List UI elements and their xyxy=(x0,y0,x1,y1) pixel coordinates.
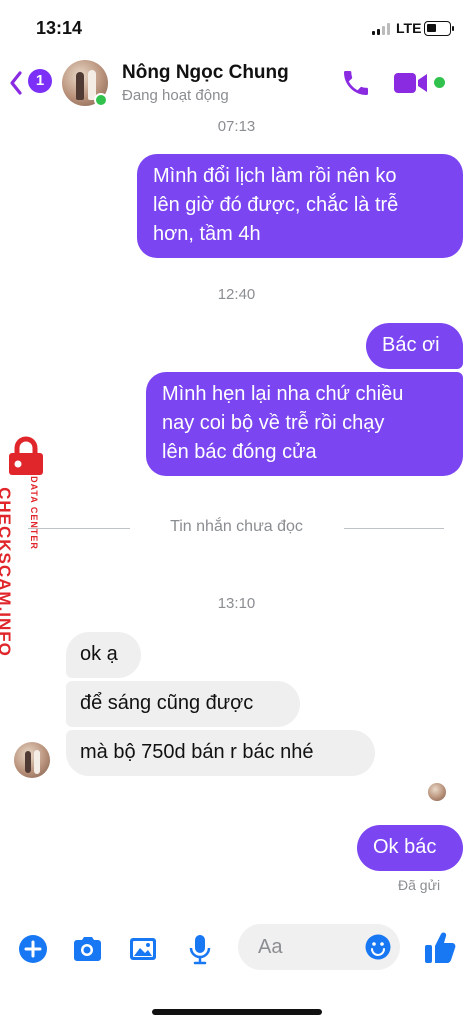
watermark-brand: CHECKSCAM.INFO xyxy=(0,487,14,657)
message-input-placeholder: Aa xyxy=(258,936,283,958)
battery-icon xyxy=(424,21,454,36)
back-button[interactable]: 1 xyxy=(8,66,52,100)
voice-call-button[interactable] xyxy=(340,67,372,99)
lock-icon xyxy=(9,436,43,475)
contact-name[interactable]: Nông Ngọc Chung xyxy=(122,62,289,84)
message-line: Ok bác xyxy=(373,836,437,858)
video-call-button[interactable] xyxy=(392,68,430,98)
delivery-status: Đã gửi xyxy=(398,877,441,893)
outgoing-message[interactable]: Mình hẹn lại nha chứ chiều nay coi bộ về… xyxy=(146,372,463,476)
presence-status: Đang hoạt động xyxy=(122,87,229,104)
message-composer: Aa xyxy=(0,920,473,980)
message-input[interactable]: Aa xyxy=(238,924,400,970)
video-active-indicator xyxy=(434,77,445,88)
message-line: nay coi bộ về trễ rồi chạy xyxy=(162,412,385,434)
divider-line xyxy=(344,528,444,529)
timestamp: 13:10 xyxy=(217,595,256,612)
timestamp: 07:13 xyxy=(217,118,256,135)
watermark: DATA CENTER CHECKSCAM.INFO xyxy=(0,436,50,666)
network-label: LTE xyxy=(396,20,422,36)
message-line: lên giờ đó được, chắc là trễ xyxy=(153,194,399,216)
outgoing-message[interactable]: Bác ơi xyxy=(366,323,463,369)
message-line: Bác ơi xyxy=(382,334,440,356)
message-line: lên bác đóng cửa xyxy=(162,441,317,463)
unread-badge: 1 xyxy=(28,69,52,93)
message-line: Mình đổi lịch làm rồi nên ko xyxy=(153,165,397,187)
message-line: Mình hẹn lại nha chứ chiều xyxy=(162,383,404,405)
image-icon[interactable] xyxy=(126,932,160,966)
thumbs-up-icon[interactable] xyxy=(422,928,458,966)
incoming-message[interactable]: ok ạ xyxy=(66,632,141,678)
watermark-subtitle: DATA CENTER xyxy=(29,476,39,550)
outgoing-message[interactable]: Ok bác xyxy=(357,825,463,871)
read-receipt-avatar xyxy=(428,783,446,801)
online-indicator xyxy=(94,93,108,107)
status-bar: 13:14 LTE xyxy=(0,0,473,54)
status-time: 13:14 xyxy=(36,18,83,38)
plus-icon[interactable] xyxy=(16,932,50,966)
timestamp: 12:40 xyxy=(217,286,256,303)
signal-icon xyxy=(372,23,394,35)
video-camera-icon xyxy=(394,73,427,93)
microphone-icon[interactable] xyxy=(183,932,217,966)
phone-icon xyxy=(344,71,368,95)
incoming-message[interactable]: mà bộ 750d bán r bác nhé xyxy=(66,730,375,776)
incoming-message[interactable]: để sáng cũng được xyxy=(66,681,300,727)
message-line: để sáng cũng được xyxy=(80,692,254,714)
back-chevron-icon xyxy=(10,71,22,95)
emoji-icon[interactable] xyxy=(364,933,392,961)
outgoing-message[interactable]: Mình đổi lịch làm rồi nên ko lên giờ đó … xyxy=(137,154,463,258)
message-line: ok ạ xyxy=(80,643,118,665)
message-line: hơn, tầm 4h xyxy=(153,223,261,245)
home-indicator xyxy=(152,1009,322,1015)
chat-header: 1 Nông Ngọc Chung Đang hoạt động xyxy=(0,54,473,112)
camera-icon[interactable] xyxy=(70,932,104,966)
message-line: mà bộ 750d bán r bác nhé xyxy=(80,741,314,763)
unread-divider-label: Tin nhắn chưa đọc xyxy=(170,518,303,535)
sender-avatar[interactable] xyxy=(14,742,50,778)
